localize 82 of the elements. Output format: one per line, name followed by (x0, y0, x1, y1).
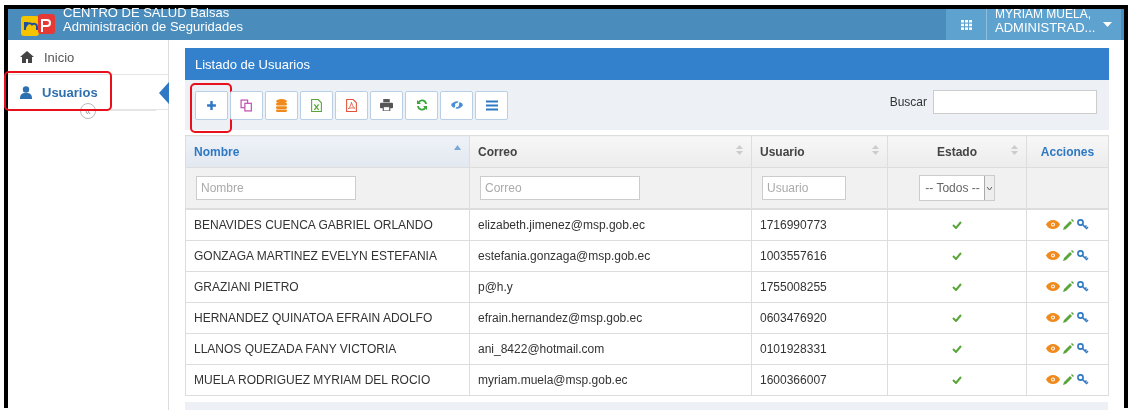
grid-icon (960, 19, 972, 30)
excel-file-icon (311, 98, 322, 112)
home-icon (20, 51, 34, 63)
list-icon (485, 99, 498, 111)
column-header[interactable]: Nombre (185, 135, 470, 168)
search-field[interactable] (933, 90, 1097, 114)
table-cell: BENAVIDES CUENCA GABRIEL ORLANDO (185, 209, 470, 241)
pdf-file-icon (346, 98, 357, 112)
table-cell: elizabeth.jimenez@msp.gob.ec (469, 209, 752, 241)
table-cell: 1755008255 (751, 271, 888, 303)
table-cell: myriam.muela@msp.gob.ec (469, 364, 752, 396)
refresh-icon (415, 99, 428, 111)
filter-field[interactable]: Nombre (196, 176, 356, 200)
sidebar-item[interactable]: Inicio (20, 49, 75, 65)
filter-field[interactable]: Correo (480, 176, 640, 200)
table-cell: estefania.gonzaga@msp.gob.ec (469, 240, 752, 272)
user-name: MYRIAM MUELA, (995, 7, 1092, 21)
status-filter-dropdown[interactable]: -- Todos -- (919, 175, 995, 201)
table-cell: efrain.hernandez@msp.gob.ec (469, 302, 752, 334)
sort-icon (1011, 145, 1018, 155)
apps-button[interactable] (946, 9, 987, 40)
view-icon[interactable] (1046, 220, 1060, 229)
view-icon[interactable] (1046, 375, 1060, 384)
column-header[interactable]: Correo (469, 135, 752, 168)
add-button[interactable] (195, 90, 228, 120)
table-cell: 1716990773 (751, 209, 888, 241)
key-icon[interactable] (1077, 219, 1089, 230)
print-icon (380, 99, 393, 111)
database-icon (276, 98, 287, 112)
table-cell: MUELA RODRIGUEZ MYRIAM DEL ROCIO (185, 364, 470, 396)
sort-icon (872, 145, 879, 155)
refresh-button[interactable] (405, 90, 438, 120)
edit-icon[interactable] (1063, 312, 1074, 323)
key-icon[interactable] (1077, 312, 1089, 323)
app-title: Administración de Seguridades (63, 20, 243, 34)
view-icon[interactable] (1046, 282, 1060, 291)
column-header[interactable]: Usuario (751, 135, 888, 168)
user-role: ADMINISTRAD... (995, 20, 1096, 34)
table-cell: GONZAGA MARTINEZ EVELYN ESTEFANIA (185, 240, 470, 272)
hidden-eye-icon (449, 100, 464, 110)
logo-icon (21, 14, 55, 36)
table-cell: p@h.y (469, 271, 752, 303)
key-icon[interactable] (1077, 250, 1089, 261)
table-cell: LLANOS QUEZADA FANY VICTORIA (185, 333, 470, 365)
edit-icon[interactable] (1063, 250, 1074, 261)
search-label: Buscar (889, 95, 927, 109)
visibility-button[interactable] (440, 90, 473, 120)
view-icon[interactable] (1046, 344, 1060, 353)
view-icon[interactable] (1046, 251, 1060, 260)
column-header[interactable]: Acciones (1026, 135, 1109, 168)
sidebar-item[interactable]: Usuarios (20, 84, 98, 100)
org-name: CENTRO DE SALUD Balsas (63, 6, 231, 20)
sort-up-icon (454, 145, 461, 150)
pdf-button[interactable] (335, 90, 368, 120)
filter-field[interactable]: Usuario (762, 176, 846, 200)
plus-icon (206, 99, 217, 111)
table-cell: 1600366007 (751, 364, 888, 396)
sort-icon (736, 145, 743, 155)
table-cell: 0603476920 (751, 302, 888, 334)
panel-title: Listado de Usuarios (185, 48, 1109, 80)
columns-button[interactable] (475, 90, 508, 120)
database-button[interactable] (265, 90, 298, 120)
table-cell: 0101928331 (751, 333, 888, 365)
table-cell: GRAZIANI PIETRO (185, 271, 470, 303)
excel-button[interactable] (300, 90, 333, 120)
edit-icon[interactable] (1063, 219, 1074, 230)
copy-button[interactable] (230, 90, 263, 120)
key-icon[interactable] (1077, 281, 1089, 292)
copy-icon (240, 98, 253, 112)
print-button[interactable] (370, 90, 403, 120)
key-icon[interactable] (1077, 374, 1089, 385)
key-icon[interactable] (1077, 343, 1089, 354)
edit-icon[interactable] (1063, 343, 1074, 354)
table-cell: ani_8422@hotmail.com (469, 333, 752, 365)
view-icon[interactable] (1046, 313, 1060, 322)
table-cell: HERNANDEZ QUINATOA EFRAIN ADOLFO (185, 302, 470, 334)
edit-icon[interactable] (1063, 374, 1074, 385)
user-icon (20, 85, 32, 99)
caret-icon (1103, 22, 1113, 27)
table-cell: 1003557616 (751, 240, 888, 272)
edit-icon[interactable] (1063, 281, 1074, 292)
column-header[interactable]: Estado (887, 135, 1027, 168)
